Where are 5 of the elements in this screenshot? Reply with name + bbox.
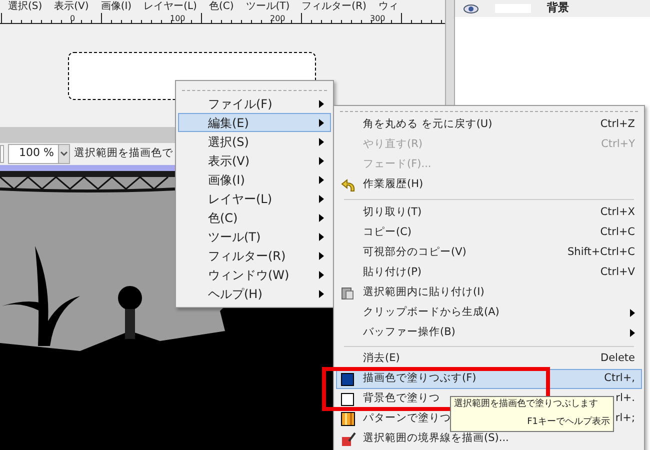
status-message: 選択範囲を描画色で — [74, 146, 173, 161]
tooltip-text: 選択範囲を描画色で塗りつぶします — [454, 398, 598, 411]
tooltip-hint: F1キーでヘルプ表示 — [526, 416, 610, 428]
layer-name: 背景 — [547, 0, 569, 16]
ruler-label: 300 — [370, 14, 386, 23]
